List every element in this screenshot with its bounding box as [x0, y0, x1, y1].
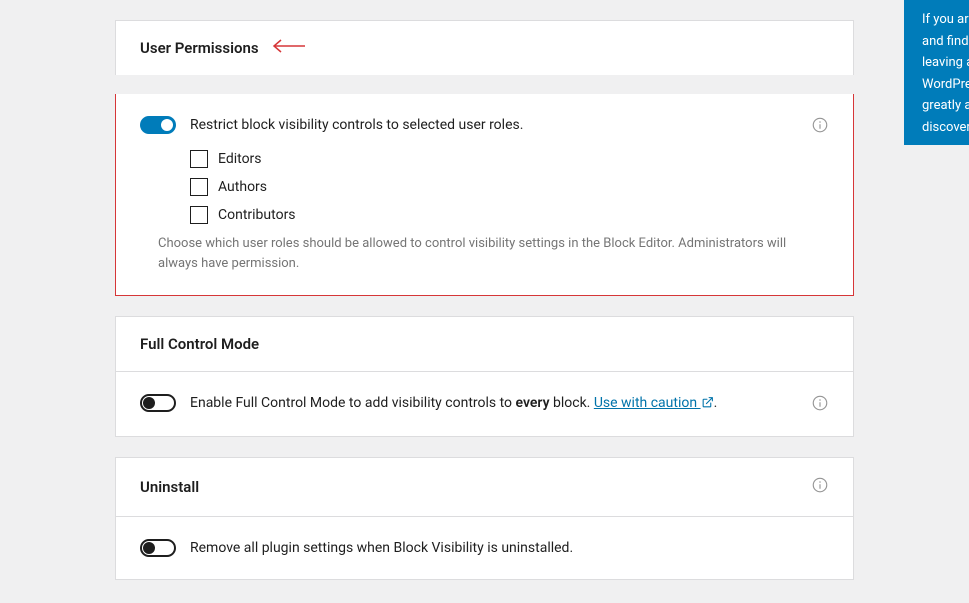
- sidebar-widget: If you are and find i leaving a WordPres…: [904, 0, 969, 145]
- role-contributors-item: Contributors: [190, 206, 829, 224]
- use-with-caution-link[interactable]: Use with caution: [594, 395, 714, 411]
- uninstall-title: Uninstall: [140, 478, 199, 496]
- role-authors-item: Authors: [190, 178, 829, 196]
- role-contributors-label: Contributors: [218, 207, 296, 223]
- info-icon[interactable]: [811, 394, 829, 416]
- user-permissions-title: User Permissions: [140, 39, 259, 57]
- arrow-left-icon: [271, 39, 305, 57]
- uninstall-body: Remove all plugin settings when Block Vi…: [116, 517, 853, 579]
- role-authors-checkbox[interactable]: [190, 178, 208, 196]
- role-authors-label: Authors: [218, 179, 267, 195]
- roles-checkbox-list: Editors Authors Contributors: [190, 150, 829, 224]
- role-contributors-checkbox[interactable]: [190, 206, 208, 224]
- roles-help-text: Choose which user roles should be allowe…: [158, 234, 829, 273]
- uninstall-panel: Uninstall Remove all plugin settings whe…: [115, 457, 854, 580]
- uninstall-label: Remove all plugin settings when Block Vi…: [190, 539, 573, 557]
- panel-header: Full Control Mode: [116, 317, 853, 372]
- info-icon[interactable]: [811, 116, 829, 138]
- restrict-roles-label: Restrict block visibility controls to se…: [190, 116, 523, 134]
- user-permissions-body: Restrict block visibility controls to se…: [115, 94, 854, 296]
- panel-header: User Permissions: [116, 21, 853, 75]
- external-link-icon: [701, 396, 714, 414]
- user-permissions-panel: User Permissions: [115, 20, 854, 75]
- full-control-title: Full Control Mode: [140, 335, 259, 353]
- role-editors-label: Editors: [218, 151, 262, 167]
- uninstall-toggle[interactable]: [140, 539, 176, 557]
- full-control-body: Enable Full Control Mode to add visibili…: [116, 372, 853, 436]
- role-editors-checkbox[interactable]: [190, 150, 208, 168]
- full-control-panel: Full Control Mode Enable Full Control Mo…: [115, 316, 854, 437]
- info-icon[interactable]: [811, 476, 829, 498]
- full-control-toggle[interactable]: [140, 394, 176, 412]
- full-control-label: Enable Full Control Mode to add visibili…: [190, 394, 717, 414]
- role-editors-item: Editors: [190, 150, 829, 168]
- panel-header: Uninstall: [116, 458, 853, 517]
- restrict-roles-toggle[interactable]: [140, 116, 176, 134]
